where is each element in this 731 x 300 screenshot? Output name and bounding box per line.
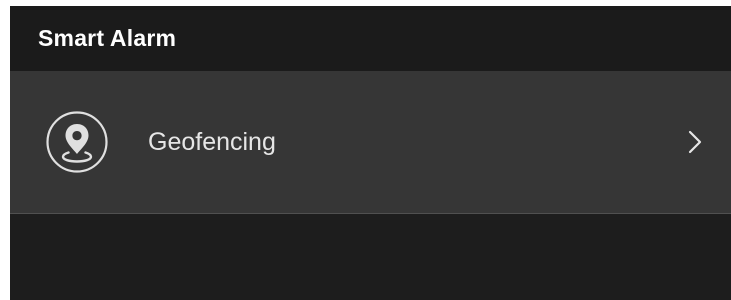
location-pin-icon bbox=[45, 110, 109, 174]
settings-item-geofencing[interactable]: Geofencing bbox=[10, 71, 731, 214]
app-screen: Smart Alarm Geofencing bbox=[10, 6, 731, 300]
settings-item-label: Geofencing bbox=[148, 127, 276, 156]
page-title: Smart Alarm bbox=[38, 25, 177, 51]
chevron-right-icon bbox=[685, 129, 705, 155]
app-header: Smart Alarm bbox=[10, 6, 731, 71]
empty-area bbox=[10, 214, 731, 300]
